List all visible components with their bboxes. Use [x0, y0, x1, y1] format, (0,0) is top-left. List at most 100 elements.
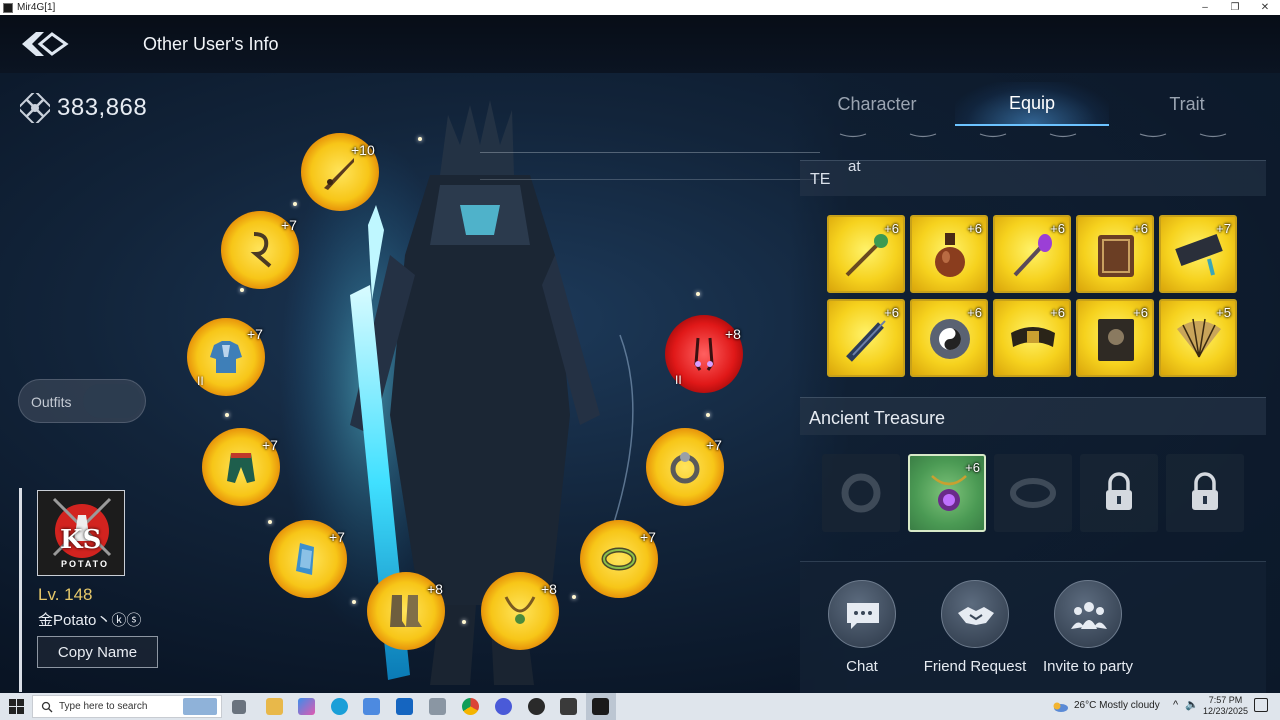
combat-power-value: 383,868 [57, 94, 148, 121]
friend-request-button[interactable] [941, 580, 1009, 648]
treasure-slot-ring[interactable] [822, 454, 900, 532]
minimize-button[interactable]: – [1190, 0, 1220, 15]
treasure-slot-amulet[interactable]: +6 [908, 454, 986, 532]
equip-item-potion[interactable]: +6 [910, 215, 988, 293]
scepter-icon [1013, 234, 1052, 277]
tab-trait[interactable]: Trait [1110, 82, 1264, 126]
overlay-frame [480, 152, 820, 180]
slot-bracelet[interactable]: +7 [580, 520, 658, 598]
tier-badge: II [675, 373, 682, 387]
tray-chevron-icon[interactable]: ^ [1173, 699, 1178, 711]
restore-button[interactable]: ❐ [1220, 0, 1250, 15]
sparkle [293, 202, 297, 206]
bracelet-icon [601, 547, 637, 571]
treasure-slot-bracelet[interactable] [994, 454, 1072, 532]
sword-icon [324, 158, 354, 190]
ancient-treasure-header: Ancient Treasure [800, 397, 1266, 435]
enhance-level: +8 [725, 326, 741, 342]
equip-item-belt[interactable]: +6 [993, 299, 1071, 377]
equip-item-tome[interactable]: +6 [1076, 215, 1154, 293]
equip-item-fan[interactable]: +5 [1159, 299, 1237, 377]
app-icon[interactable] [560, 698, 577, 715]
store-icon[interactable] [363, 698, 380, 715]
equip-item-yin-yang[interactable]: +6 [910, 299, 988, 377]
player-name: 金Potato丶ⓚⓢ [38, 612, 142, 629]
case-icon [1175, 234, 1223, 276]
slot-earrings[interactable]: +8 II [665, 315, 743, 393]
file-explorer-icon[interactable] [266, 698, 283, 715]
potion-icon [935, 233, 965, 277]
avatar-text: KS [60, 525, 102, 555]
invite-to-party-button[interactable] [1054, 580, 1122, 648]
notification-icon[interactable] [1254, 698, 1268, 712]
tab-equip[interactable]: Equip [955, 82, 1109, 126]
tab-character[interactable]: Character [800, 82, 954, 126]
enhance-level: +7 [706, 437, 722, 453]
equip-item-staff[interactable]: +6 [827, 215, 905, 293]
equip-item-book[interactable]: +6 [1076, 299, 1154, 377]
outfits-toggle[interactable]: Outfits [18, 379, 146, 423]
copy-name-button[interactable]: Copy Name [37, 636, 158, 668]
profile-accent-bar [19, 488, 22, 692]
top-bar: Other User's Info [0, 15, 1280, 73]
close-button[interactable]: ✕ [1250, 0, 1280, 15]
ancient-treasure-label: Ancient Treasure [809, 408, 946, 428]
game-app-icon[interactable] [592, 698, 609, 715]
armor-icon [210, 341, 242, 373]
slot-hook[interactable]: +7 [221, 211, 299, 289]
back-arrow-icon[interactable] [18, 27, 70, 61]
sparkle [572, 595, 576, 599]
te-section-header: TE [800, 160, 1266, 196]
task-view-icon[interactable] [232, 700, 246, 714]
chat-button[interactable] [828, 580, 896, 648]
tome-icon [1098, 235, 1134, 277]
enhance-level: +10 [351, 142, 375, 158]
windows-start-icon[interactable] [9, 699, 24, 714]
chrome-icon[interactable] [462, 698, 479, 715]
ring-icon [670, 452, 700, 484]
treasure-slot-locked[interactable] [1166, 454, 1244, 532]
app-icon[interactable] [528, 698, 545, 715]
equip-item-scepter[interactable]: +6 [993, 215, 1071, 293]
lock-icon [1192, 472, 1218, 510]
taskbar-search-input[interactable]: Type here to search [32, 695, 222, 718]
app-icon [3, 2, 13, 13]
slot-ring[interactable]: +7 [646, 428, 724, 506]
edge-icon[interactable] [331, 698, 348, 715]
sparkle [696, 292, 700, 296]
slot-boots[interactable]: +8 [367, 572, 445, 650]
enhance-level: +5 [1216, 305, 1231, 320]
book-icon [1098, 319, 1134, 361]
boots-icon [390, 595, 422, 627]
enhance-level: +6 [1050, 305, 1065, 320]
enhance-level: +8 [541, 581, 557, 597]
slot-weapon[interactable]: +10 [301, 133, 379, 211]
equip-item-mace[interactable]: +6 [827, 299, 905, 377]
handshake-icon [958, 607, 994, 625]
slot-necklace[interactable]: +8 [481, 572, 559, 650]
outfits-label: Outfits [31, 394, 72, 410]
app-icon[interactable] [495, 698, 512, 715]
page-title: Other User's Info [143, 34, 279, 54]
slot-bracer[interactable]: +7 [269, 520, 347, 598]
enhance-level: +6 [884, 221, 899, 236]
treasure-slot-locked[interactable] [1080, 454, 1158, 532]
player-level: Lv. 148 [38, 585, 93, 604]
outlook-icon[interactable] [396, 698, 413, 715]
enhance-level: +8 [427, 581, 443, 597]
enhance-level: +6 [884, 305, 899, 320]
taskbar: Type here to search 26°C Mostly cloudy ^… [0, 693, 1280, 720]
slot-skirt[interactable]: +7 [202, 428, 280, 506]
taskbar-clock[interactable]: 7:57 PM 12/23/2025 [1203, 695, 1248, 717]
slot-armor[interactable]: +7 II [187, 318, 265, 396]
copilot-icon[interactable] [298, 698, 315, 715]
equip-item-case[interactable]: +7 [1159, 215, 1237, 293]
search-highlight-icon [183, 698, 217, 715]
skirt-icon [227, 453, 255, 483]
clock-date: 12/23/2025 [1203, 706, 1249, 716]
window-titlebar: Mir4G[1] – ❐ ✕ [0, 0, 1280, 15]
ring-silhouette-icon [841, 473, 881, 513]
app-icon[interactable] [429, 698, 446, 715]
tab-indicator-ticks [839, 133, 1227, 138]
volume-icon[interactable]: 🔈 [1185, 698, 1199, 711]
